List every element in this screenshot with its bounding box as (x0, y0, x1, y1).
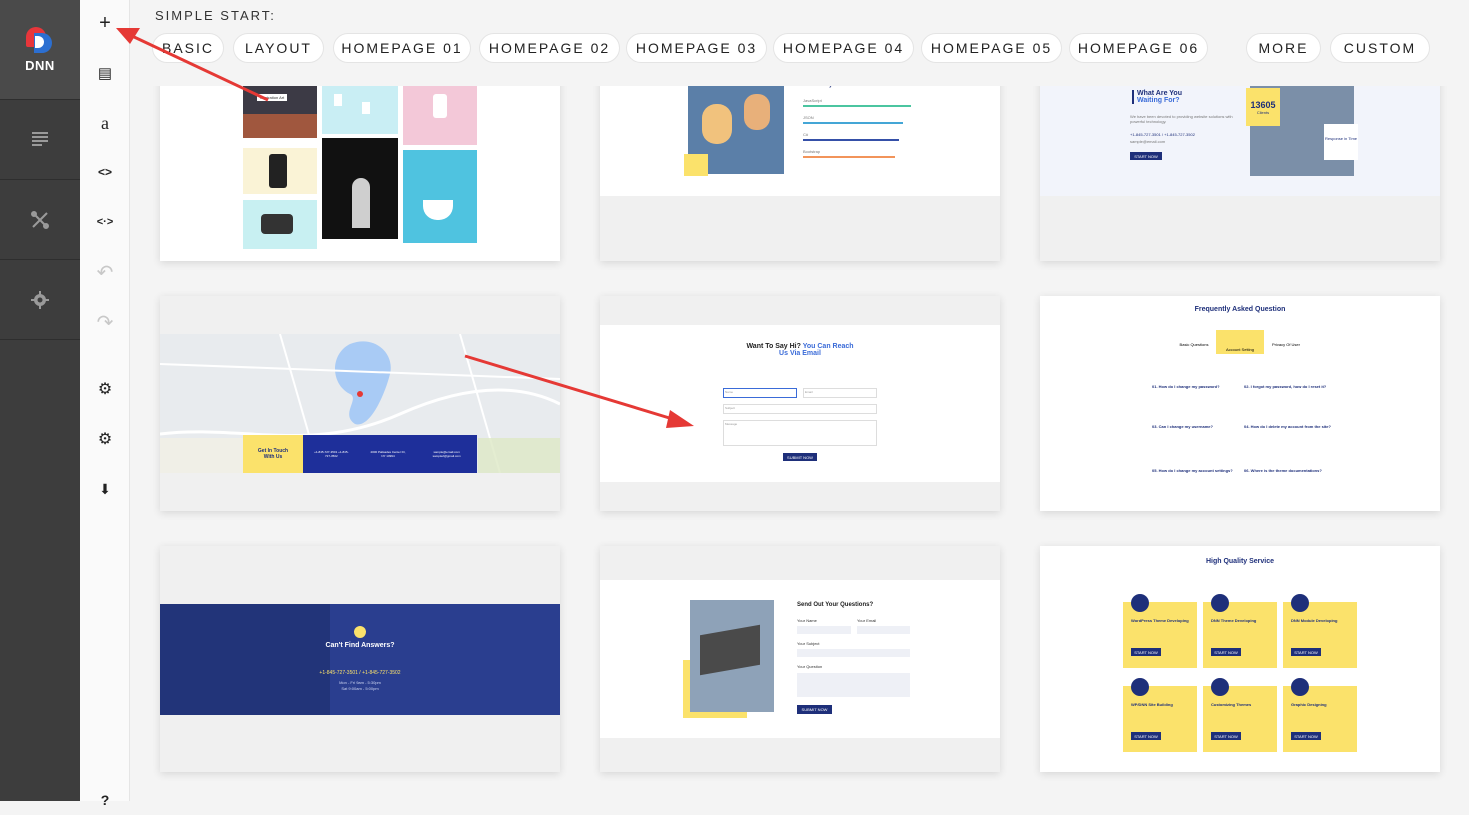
questions-heading: Send Out Your Questions? (797, 602, 874, 608)
your-email-field[interactable] (857, 626, 910, 634)
skill-bars: JavaScript JSON C# Bootstrap (803, 98, 915, 158)
faq-heading: Frequently Asked Question (1194, 306, 1286, 313)
tab-homepage-06[interactable]: HOMEPAGE 06 (1069, 33, 1208, 63)
subject-field[interactable]: Subject (723, 404, 877, 414)
dnn-logo[interactable]: DNN (0, 0, 80, 100)
name-field[interactable]: Name (723, 388, 797, 398)
settings-icon[interactable] (0, 260, 80, 340)
template-card[interactable]: You A Stylish Site JavaScript JSON C# Bo… (600, 60, 1000, 261)
phone-icon (354, 626, 366, 638)
faq-tab-active[interactable]: Account Setting (1216, 330, 1264, 354)
cloud-download-icon[interactable]: ⬇ (80, 474, 130, 504)
illustration-label: Illustration Art (257, 94, 288, 101)
template-category-bar: SIMPLE START: BASIC LAYOUT HOMEPAGE 01 H… (130, 0, 1469, 86)
tab-homepage-01[interactable]: HOMEPAGE 01 (333, 33, 471, 63)
cta-heading: Can't Find Answers? (325, 642, 395, 649)
faq-question: 06. Where is the theme documentations? (1244, 468, 1322, 473)
laptop-photo (690, 600, 774, 712)
service-box: Customizing Themes START NOW (1203, 678, 1277, 752)
code-alt-icon[interactable]: <·> (80, 207, 130, 237)
text-icon[interactable]: a (80, 108, 130, 138)
gear-icon[interactable]: ⚙ (80, 424, 130, 454)
photo-image (243, 200, 317, 249)
tab-layout[interactable]: LAYOUT (233, 33, 324, 63)
faq-question: 04. How do I delete my account from the … (1244, 424, 1331, 429)
template-card[interactable]: High Quality Service WordPress Theme Dev… (1040, 546, 1440, 772)
email-field[interactable]: Email (803, 388, 877, 398)
submit-button[interactable]: SUBMIT NOW (783, 453, 817, 461)
service-box: DNN Module Developing START NOW (1283, 594, 1357, 668)
tab-basic[interactable]: BASIC (152, 33, 224, 63)
photo-image (403, 150, 477, 243)
section-heading: What Are You Waiting For? (1132, 90, 1182, 104)
template-card[interactable]: Want To Say Hi? You Can Reach Us Via Ema… (600, 296, 1000, 511)
service-box: WP/DNN Site Building START NOW (1123, 678, 1197, 752)
faq-tab[interactable]: Basic Questions (1174, 342, 1214, 347)
template-card[interactable]: Illustration Art (160, 60, 560, 261)
contact-strip: +1-845-727-3501 +1-845-727-3502 2000 Pal… (303, 435, 477, 473)
service-box: Graphic Designing START NOW (1283, 678, 1357, 752)
template-card[interactable]: Frequently Asked Question Basic Question… (1040, 296, 1440, 511)
tab-homepage-04[interactable]: HOMEPAGE 04 (773, 33, 914, 63)
code-icon[interactable]: <> (80, 157, 130, 187)
submit-button[interactable]: SUBMIT NOW (797, 705, 832, 714)
tab-homepage-03[interactable]: HOMEPAGE 03 (626, 33, 767, 63)
form-heading: Want To Say Hi? You Can Reach Us Via Ema… (746, 343, 854, 357)
help-icon[interactable]: ? (80, 785, 130, 815)
message-field[interactable]: Message (723, 420, 877, 446)
editor-toolbar: + ▤ a <> <·> ↶ ↷ ⚙ ⚙ ⬇ ? (80, 0, 130, 808)
gears-icon[interactable]: ⚙ (80, 374, 130, 404)
tab-homepage-05[interactable]: HOMEPAGE 05 (921, 33, 1062, 63)
your-name-field[interactable] (797, 626, 851, 634)
template-card[interactable]: Can't Find Answers? +1-845-727-3501 / +1… (160, 546, 560, 772)
services-heading: High Quality Service (1205, 558, 1275, 565)
tab-custom[interactable]: CUSTOM (1330, 33, 1430, 63)
response-badge: Response in Time (1324, 124, 1358, 160)
add-icon[interactable]: + (80, 8, 130, 38)
get-in-touch-box: Get In Touch With Us (243, 435, 303, 473)
service-box: DNN Theme Developing START NOW (1203, 594, 1277, 668)
faq-question: 05. How do I change my account settings? (1152, 468, 1233, 473)
your-question-field[interactable] (797, 673, 910, 697)
main-sidebar: DNN (0, 0, 80, 801)
stat-box: 13605 Clients (1246, 88, 1280, 126)
faq-question: 03. Can I change my username? (1152, 424, 1213, 429)
tab-homepage-02[interactable]: HOMEPAGE 02 (479, 33, 620, 63)
redo-icon[interactable]: ↷ (80, 307, 130, 337)
tab-more[interactable]: MORE (1246, 33, 1321, 63)
service-box: WordPress Theme Developing START NOW (1123, 594, 1197, 668)
your-subject-field[interactable] (797, 649, 910, 657)
template-card[interactable]: What Are You Waiting For? We have been d… (1040, 60, 1440, 261)
section-label: SIMPLE START: (155, 8, 276, 23)
pages-icon[interactable] (0, 100, 80, 180)
document-icon[interactable]: ▤ (80, 58, 130, 88)
tools-icon[interactable] (0, 180, 80, 260)
faq-question: 01. How do I change my password? (1152, 384, 1220, 389)
dnn-logo-text: DNN (25, 57, 55, 73)
faq-question: 02. I forgot my password, how do I reset… (1244, 384, 1327, 389)
faq-tab[interactable]: Privacy Of User (1266, 342, 1306, 347)
template-card[interactable]: Send Out Your Questions? Your Name Your … (600, 546, 1000, 772)
template-card[interactable]: Get In Touch With Us +1-845-727-3501 +1-… (160, 296, 560, 511)
start-now-button[interactable]: START NOW (1130, 152, 1162, 160)
photo-image (243, 148, 317, 194)
photo-image (322, 138, 398, 239)
undo-icon[interactable]: ↶ (80, 257, 130, 287)
dnn-logo-mark (26, 26, 54, 55)
